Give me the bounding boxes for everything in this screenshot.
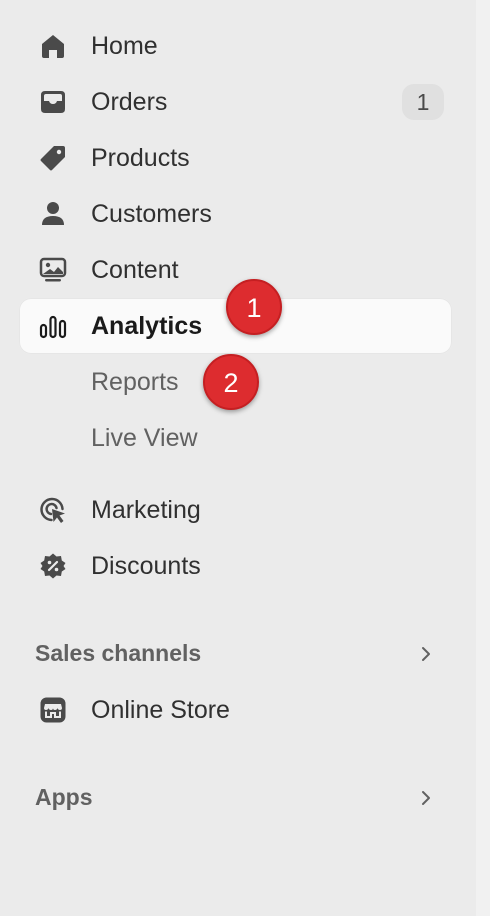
tag-icon: [39, 144, 67, 172]
apps-label: Apps: [35, 784, 93, 810]
person-icon: [39, 200, 67, 228]
nav-item-products[interactable]: Products: [19, 130, 452, 186]
nav-label-marketing: Marketing: [91, 496, 201, 524]
bar-chart-icon: [39, 312, 67, 340]
chevron-right-icon: [416, 644, 436, 664]
annotation-marker-1: 1: [226, 279, 282, 335]
nav-item-marketing[interactable]: Marketing: [19, 482, 452, 538]
subnav-item-live-view[interactable]: Live View: [19, 410, 452, 466]
image-icon: [39, 256, 67, 284]
annotation-marker-2: 2: [203, 354, 259, 410]
home-icon: [39, 32, 67, 60]
subnav-label-reports: Reports: [91, 368, 179, 396]
target-cursor-icon: [39, 496, 67, 524]
nav-label-orders: Orders: [91, 88, 168, 116]
nav-label-online-store: Online Store: [91, 696, 230, 724]
store-icon: [39, 696, 67, 724]
sidebar-edge: [476, 0, 490, 916]
nav-item-home[interactable]: Home: [19, 18, 452, 74]
apps-header[interactable]: Apps: [19, 778, 452, 818]
nav-label-home: Home: [91, 32, 158, 60]
nav-item-online-store[interactable]: Online Store: [19, 682, 452, 738]
nav-item-customers[interactable]: Customers: [19, 186, 452, 242]
chevron-right-icon: [416, 788, 436, 808]
subnav-label-live-view: Live View: [91, 424, 198, 452]
sales-channels-label: Sales channels: [35, 640, 202, 666]
nav-item-orders[interactable]: Orders 1: [19, 74, 452, 130]
sales-channels-header[interactable]: Sales channels: [19, 634, 452, 674]
inbox-icon: [39, 88, 67, 116]
nav-item-discounts[interactable]: Discounts: [19, 538, 452, 594]
nav-label-customers: Customers: [91, 200, 212, 228]
nav-label-analytics: Analytics: [91, 312, 203, 340]
nav-label-products: Products: [91, 144, 190, 172]
nav-label-discounts: Discounts: [91, 552, 201, 580]
orders-count-badge: 1: [402, 84, 444, 120]
nav-label-content: Content: [91, 256, 179, 284]
discount-icon: [39, 552, 67, 580]
